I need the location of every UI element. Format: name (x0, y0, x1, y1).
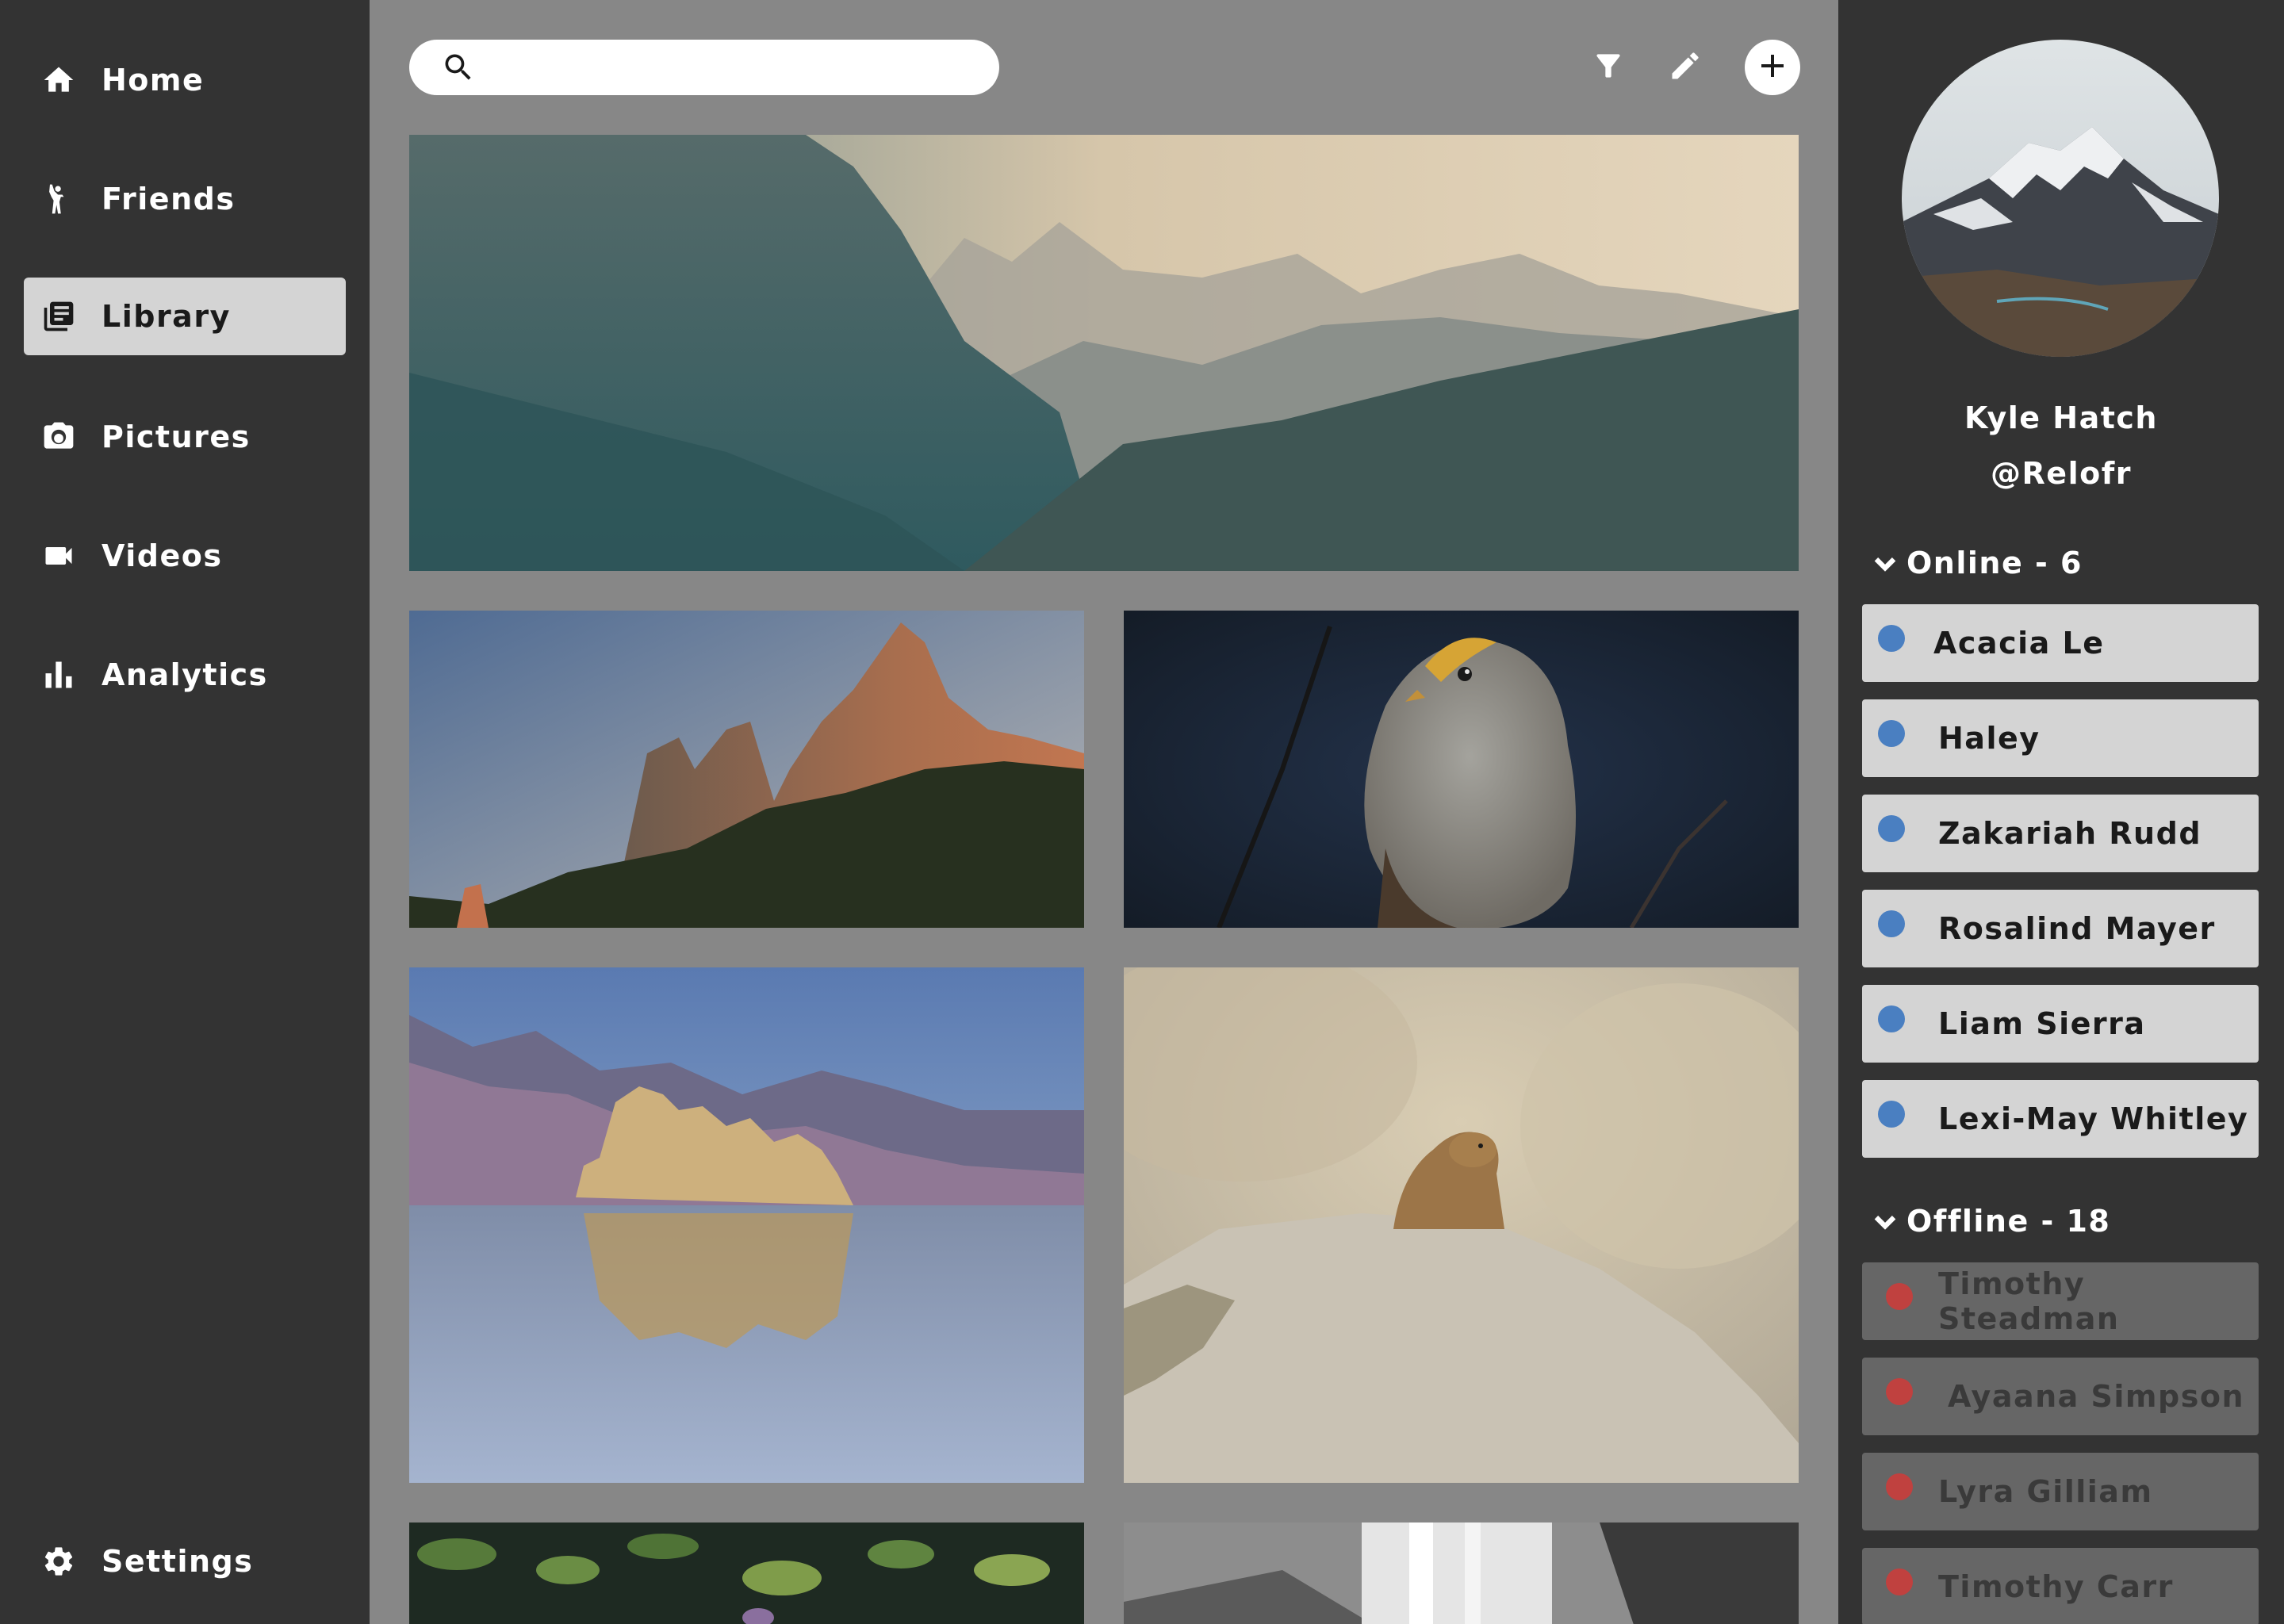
online-status-dot (1878, 910, 1905, 937)
friend-name: Timothy Carr (1938, 1569, 2174, 1604)
online-status-dot (1878, 815, 1905, 842)
friend-name: Liam Sierra (1938, 1006, 2146, 1041)
avatar[interactable] (1902, 40, 2219, 357)
filter-icon (1591, 48, 1626, 86)
sidebar-item-label: Friends (102, 182, 236, 216)
friend-online-row[interactable]: Acacia Le (1862, 604, 2259, 682)
friend-offline-row[interactable]: Timothy Carr (1862, 1548, 2259, 1624)
offline-section-header[interactable]: Offline - 18 (1870, 1204, 2110, 1239)
add-button[interactable] (1745, 40, 1800, 95)
sidebar-item-label: Settings (102, 1544, 254, 1579)
friend-online-row[interactable]: Zakariah Rudd (1862, 795, 2259, 872)
online-status-dot (1878, 1101, 1905, 1128)
friend-name: Rosalind Mayer (1938, 911, 2216, 946)
sidebar-item-label: Pictures (102, 419, 251, 454)
person-wave-icon (40, 180, 78, 218)
library-icon (40, 297, 78, 335)
friend-online-row[interactable]: Haley (1862, 699, 2259, 777)
online-status-dot (1878, 1005, 1905, 1032)
online-status-dot (1878, 625, 1905, 652)
sidebar-item-analytics[interactable]: Analytics (24, 636, 346, 714)
camera-icon (40, 418, 78, 456)
bar-chart-icon (40, 656, 78, 694)
offline-header-label: Offline - 18 (1907, 1204, 2111, 1239)
photo-rocky-peaks[interactable] (409, 611, 1084, 928)
pencil-icon (1668, 48, 1703, 86)
sidebar-item-label: Home (102, 63, 205, 98)
sidebar-item-home[interactable]: Home (24, 41, 346, 119)
offline-status-dot (1886, 1568, 1913, 1595)
sidebar-item-settings[interactable]: Settings (24, 1522, 346, 1600)
sidebar-item-pictures[interactable]: Pictures (24, 398, 346, 476)
sidebar-item-label: Videos (102, 538, 223, 573)
profile-name: Kyle Hatch (1964, 400, 2158, 435)
search-input[interactable] (492, 44, 975, 91)
sidebar: Home Friends Library Pictures Videos Ana… (0, 0, 370, 1624)
online-header-label: Online - 6 (1907, 546, 2083, 580)
friend-name: Lyra Gilliam (1938, 1474, 2153, 1509)
friend-online-row[interactable]: Lexi-May Whitley (1862, 1080, 2259, 1158)
home-icon (40, 61, 78, 99)
photo-leaves[interactable] (409, 1522, 1084, 1624)
video-camera-icon (40, 537, 78, 575)
online-status-dot (1878, 720, 1905, 747)
friend-name: Haley (1938, 721, 2041, 756)
offline-status-dot (1886, 1283, 1913, 1310)
friend-name: Zakariah Rudd (1938, 816, 2202, 851)
offline-status-dot (1886, 1378, 1913, 1405)
gear-icon (40, 1542, 78, 1580)
friend-name: Acacia Le (1933, 626, 2105, 661)
sidebar-item-videos[interactable]: Videos (24, 517, 346, 595)
friend-name: Timothy Steadman (1938, 1266, 2120, 1336)
sidebar-item-label: Analytics (102, 657, 268, 692)
filter-button[interactable] (1581, 40, 1636, 95)
sidebar-item-friends[interactable]: Friends (24, 160, 346, 238)
chevron-down-icon (1870, 1206, 1900, 1236)
plus-icon (1753, 47, 1792, 88)
friend-offline-row[interactable]: Ayaana Simpson (1862, 1358, 2259, 1435)
edit-button[interactable] (1657, 40, 1713, 95)
photo-tufa-lake[interactable] (409, 967, 1084, 1483)
friend-offline-row[interactable]: Timothy Steadman (1862, 1262, 2259, 1340)
photo-waterfall[interactable] (1124, 1522, 1799, 1624)
search-icon[interactable] (441, 50, 476, 85)
friend-name: Ayaana Simpson (1948, 1379, 2245, 1414)
friend-offline-row[interactable]: Lyra Gilliam (1862, 1453, 2259, 1530)
friend-online-row[interactable]: Rosalind Mayer (1862, 890, 2259, 967)
photo-misty-mountains[interactable] (409, 135, 1799, 571)
sidebar-item-library[interactable]: Library (24, 278, 346, 355)
friend-name: Lexi-May Whitley (1938, 1101, 2249, 1136)
friend-online-row[interactable]: Liam Sierra (1862, 985, 2259, 1063)
sidebar-item-label: Library (102, 299, 231, 334)
photo-marmot[interactable] (1124, 967, 1799, 1483)
search-bar[interactable] (409, 40, 999, 95)
profile-handle: @Relofr (1991, 456, 2132, 491)
online-section-header[interactable]: Online - 6 (1870, 546, 2083, 580)
friends-panel: Kyle Hatch @Relofr Online - 6 Acacia Le … (1838, 0, 2284, 1624)
photo-sparrow[interactable] (1124, 611, 1799, 928)
chevron-down-icon (1870, 548, 1900, 578)
offline-status-dot (1886, 1473, 1913, 1500)
main-content (370, 0, 1838, 1624)
